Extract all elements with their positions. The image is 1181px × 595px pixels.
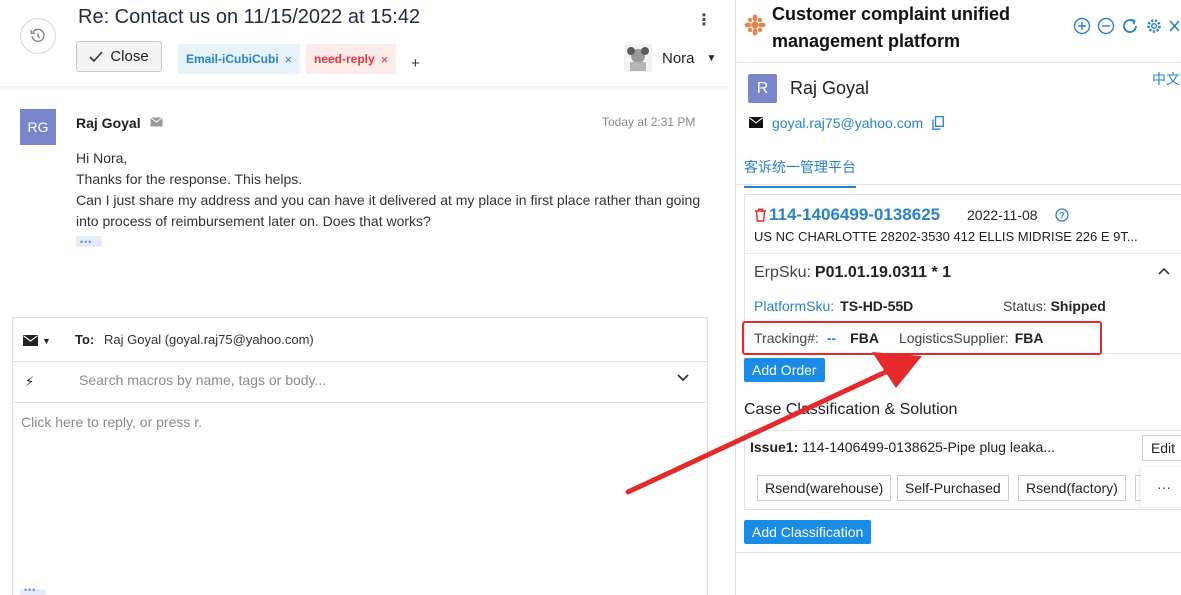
history-icon	[30, 28, 45, 42]
panel-title: Customer complaint unified management pl…	[772, 4, 1011, 51]
tag-label: Email-iCubiCubi	[186, 52, 279, 66]
solution-chip[interactable]: Self-Purchased	[897, 475, 1009, 501]
add-order-button[interactable]: Add Order	[744, 358, 825, 382]
history-button[interactable]	[20, 18, 56, 54]
platform-sku-label: PlatformSku:	[754, 298, 835, 314]
erp-sku-label: ErpSku:	[754, 264, 811, 281]
reply-to-row: ▼ To: Raj Goyal (goyal.raj75@yahoo.com)	[13, 318, 707, 362]
remove-tag-icon[interactable]: ×	[285, 52, 293, 67]
ticket-pane: Re: Contact us on 11/15/2022 at 15:42 ⋮ …	[0, 0, 728, 595]
envelope-icon	[749, 117, 763, 128]
erp-sku-row: ErpSku: P01.01.19.0311 * 1	[754, 264, 951, 282]
lightning-icon: ⚡	[25, 374, 35, 389]
platform-sku-value: TS-HD-55D	[840, 298, 914, 314]
more-solutions-button[interactable]: ···	[1141, 467, 1181, 507]
order-card: 114-1406499-0138625 2022-11-08 ? US NC C…	[742, 194, 1181, 355]
status-value: Shipped	[1050, 298, 1106, 314]
tracking-label: Tracking#:	[754, 330, 819, 346]
message-line: Can I just share my address and you can …	[76, 192, 701, 229]
envelope-icon	[23, 335, 38, 346]
help-icon[interactable]: ?	[1055, 208, 1069, 222]
email-channel-icon	[150, 117, 163, 127]
close-panel-icon[interactable]	[1169, 17, 1179, 35]
tracking-number[interactable]: --	[827, 330, 836, 346]
sender-name[interactable]: Raj Goyal	[76, 115, 141, 131]
tag-email-icubicubi[interactable]: Email-iCubiCubi ×	[178, 44, 301, 74]
customer-email-link[interactable]: goyal.raj75@yahoo.com	[772, 115, 923, 131]
logistics-supplier-value: FBA	[1014, 330, 1044, 346]
platform-logo-icon	[744, 14, 766, 36]
delete-order-icon[interactable]	[754, 208, 767, 222]
order-date: 2022-11-08	[967, 207, 1038, 223]
assignee-dropdown[interactable]: Nora ▼	[624, 44, 716, 72]
order-id-link[interactable]: 114-1406499-0138625	[769, 205, 940, 225]
svg-text:?: ?	[1059, 211, 1065, 221]
recipient-field[interactable]: Raj Goyal (goyal.raj75@yahoo.com)	[104, 332, 314, 347]
tab-divider	[736, 184, 1181, 185]
add-classification-button[interactable]: Add Classification	[744, 520, 872, 544]
message-line: Hi Nora,	[76, 150, 128, 166]
divider	[736, 62, 1181, 63]
copy-icon[interactable]	[932, 116, 944, 130]
macro-row: ⚡	[13, 362, 707, 403]
panel-toolbar	[1073, 17, 1179, 35]
add-tag-button[interactable]: +	[411, 55, 420, 72]
status-label: Status:	[1003, 298, 1047, 314]
settings-gear-icon[interactable]	[1145, 17, 1163, 35]
chevron-down-icon[interactable]	[677, 374, 689, 382]
header-divider	[0, 86, 728, 91]
language-toggle[interactable]: 中文	[1152, 69, 1180, 89]
issue-row: Issue1: 114-1406499-0138625-Pipe plug lea…	[750, 439, 1055, 455]
tracking-carrier: FBA	[850, 330, 879, 346]
channel-selector[interactable]: ▼	[23, 335, 51, 346]
section-title: Case Classification & Solution	[744, 401, 958, 418]
assignee-name: Nora	[662, 49, 695, 67]
message-body: Hi Nora, Thanks for the response. This h…	[76, 148, 711, 253]
refresh-icon[interactable]	[1121, 17, 1139, 35]
agent-avatar	[624, 44, 652, 72]
logistics-supplier-label: LogisticsSupplier:	[898, 330, 1009, 346]
message-line: Thanks for the response. This helps.	[76, 171, 303, 187]
macro-search-input[interactable]	[79, 372, 659, 388]
reply-textarea[interactable]: Click here to reply, or press r.	[21, 414, 202, 430]
status-row: Status: Shipped	[1003, 298, 1106, 314]
shipping-address: US NC CHARLOTTE 28202-3530 412 ELLIS MID…	[754, 229, 1138, 244]
zoom-out-icon[interactable]	[1097, 17, 1115, 35]
more-menu-icon[interactable]: ⋮	[696, 10, 712, 30]
composer-more-button[interactable]	[20, 585, 46, 595]
message-timestamp: Today at 2:31 PM	[602, 115, 696, 129]
platform-sku-row: PlatformSku: TS-HD-55D	[754, 298, 913, 314]
sender-avatar: RG	[20, 109, 56, 145]
chevron-up-icon[interactable]	[1158, 267, 1170, 275]
edit-issue-button[interactable]: Edit	[1142, 435, 1181, 461]
check-icon	[89, 50, 103, 62]
reply-composer: ▼ To: Raj Goyal (goyal.raj75@yahoo.com) …	[12, 317, 708, 595]
divider	[736, 552, 1181, 553]
customer-avatar: R	[748, 74, 777, 103]
zoom-in-icon[interactable]	[1073, 17, 1091, 35]
caret-down-icon: ▼	[42, 335, 51, 346]
caret-down-icon: ▼	[706, 52, 717, 64]
issue-label: Issue1:	[750, 439, 799, 455]
issue-value: 114-1406499-0138625-Pipe plug leaka...	[802, 439, 1055, 455]
crm-side-panel: Customer complaint unified management pl…	[735, 0, 1181, 595]
expand-quoted-button[interactable]	[76, 232, 102, 253]
erp-sku-value: P01.01.19.0311 * 1	[814, 264, 952, 281]
remove-tag-icon[interactable]: ×	[381, 52, 389, 67]
close-ticket-button[interactable]: Close	[76, 41, 162, 72]
tag-need-reply[interactable]: need-reply ×	[306, 44, 397, 74]
solution-chip[interactable]: Rsend(warehouse)	[757, 475, 892, 501]
tracking-row: Tracking#: -- FBA LogisticsSupplier: FBA	[754, 330, 1063, 346]
solution-chip[interactable]: Rsend(factory)	[1018, 475, 1126, 501]
ticket-title: Re: Contact us on 11/15/2022 at 15:42	[78, 6, 421, 28]
to-label: To:	[75, 332, 95, 347]
divider	[745, 253, 1181, 254]
customer-name: Raj Goyal	[790, 78, 870, 98]
close-label: Close	[110, 48, 149, 65]
issue-card: Issue1: 114-1406499-0138625-Pipe plug lea…	[744, 430, 1181, 510]
tag-label: need-reply	[314, 52, 375, 66]
